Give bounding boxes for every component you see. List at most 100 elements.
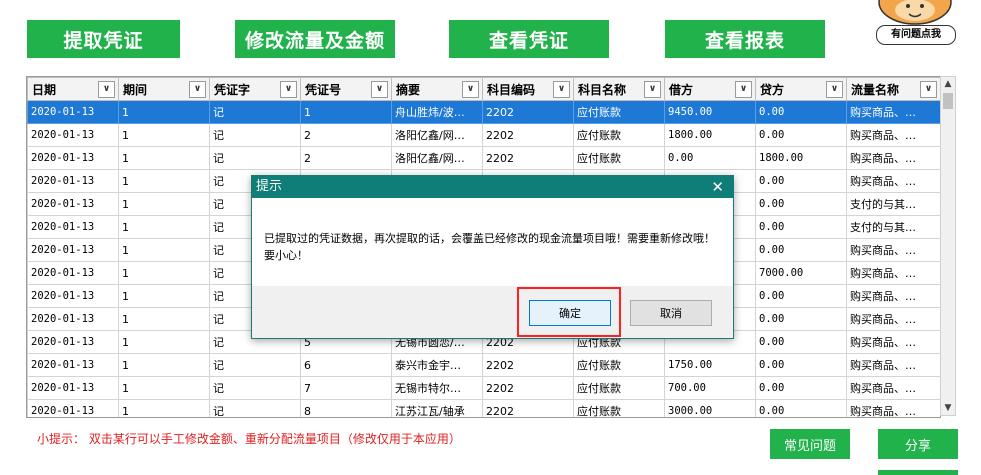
table-cell: 2020-01-13 (27, 330, 119, 354)
column-header[interactable]: 摘要 ∨ (391, 77, 483, 101)
table-cell: 0.00 (755, 192, 847, 216)
extract-voucher-button[interactable]: 提取凭证 (27, 20, 180, 58)
table-row[interactable]: 2020-01-13 1 记 7 无锡市特尔… 2202 应付账款 700.00 0.00 购买商… (27, 376, 940, 400)
tip-text: 小提示： 双击某行可以手工修改金额、重新分配流量项目（修改仅用于本应用） (37, 432, 461, 446)
column-header-label: 期间 (123, 82, 148, 97)
table-cell: 江苏江瓦/轴承 (391, 399, 483, 417)
dialog-title-bar[interactable]: 提示 ✕ (252, 176, 733, 198)
table-cell: 1 (118, 169, 210, 193)
table-row[interactable]: 2020-01-13 1 记 1 舟山胜炜/波… 2202 应付账款 9450.00 0.00 购… (27, 100, 940, 124)
table-cell: 2020-01-13 (27, 146, 119, 170)
faq-button[interactable]: 常见问题 (770, 429, 850, 459)
table-cell: 泰兴市金宇… (391, 353, 483, 377)
table-cell: 2020-01-13 (27, 215, 119, 239)
table-cell: 记 (209, 100, 301, 124)
table-cell: 1 (118, 330, 210, 354)
table-cell: 1 (118, 284, 210, 308)
table-cell: 购买商品、… (846, 261, 940, 285)
table-cell: 舟山胜炜/波… (391, 100, 483, 124)
column-header-label: 凭证号 (305, 82, 342, 97)
table-row[interactable]: 2020-01-13 1 记 8 江苏江瓦/轴承 2202 应付账款 3000.00 0.00 购… (27, 399, 940, 417)
chevron-down-icon[interactable]: ∨ (826, 81, 843, 98)
table-row[interactable]: 2020-01-13 1 记 2 洛阳亿鑫/网… 2202 应付账款 1800.00 0.00 购… (27, 123, 940, 147)
view-report-button[interactable]: 查看报表 (665, 20, 825, 58)
table-cell: 购买商品、… (846, 330, 940, 354)
chevron-down-icon[interactable]: ∨ (920, 81, 937, 98)
table-cell: 0.00 (755, 169, 847, 193)
table-cell: 7000.00 (755, 261, 847, 285)
chevron-down-icon[interactable]: ∨ (280, 81, 297, 98)
table-row[interactable]: 2020-01-13 1 记 6 泰兴市金宇… 2202 应付账款 1750.00 0.00 购买… (27, 353, 940, 377)
view-voucher-button[interactable]: 查看凭证 (449, 20, 609, 58)
table-cell: 1 (118, 307, 210, 331)
chevron-down-icon[interactable]: ∨ (644, 81, 661, 98)
column-header-label: 科目编码 (487, 82, 536, 97)
column-header[interactable]: 流量名称 ∨ (846, 77, 940, 101)
table-cell: 2020-01-13 (27, 399, 119, 417)
table-cell: 1 (118, 353, 210, 377)
column-header[interactable]: 科目编码 ∨ (482, 77, 574, 101)
table-cell: 1 (118, 100, 210, 124)
table-cell: 1 (118, 261, 210, 285)
table-cell: 0.00 (755, 284, 847, 308)
column-header[interactable]: 借方 ∨ (664, 77, 756, 101)
table-cell: 1800.00 (755, 146, 847, 170)
column-header[interactable]: 日期 ∨ (27, 77, 119, 101)
table-cell: 2202 (482, 353, 574, 377)
column-header-label: 贷方 (760, 82, 785, 97)
table-cell: 0.00 (755, 399, 847, 417)
chevron-down-icon[interactable]: ∨ (553, 81, 570, 98)
scroll-down-arrow-icon[interactable]: ▼ (941, 401, 955, 415)
table-cell: 700.00 (664, 376, 756, 400)
table-cell: 支付的与其… (846, 192, 940, 216)
table-cell: 洛阳亿鑫/网… (391, 123, 483, 147)
column-header[interactable]: 凭证字 ∨ (209, 77, 301, 101)
close-icon[interactable]: ✕ (711, 176, 724, 198)
table-cell: 1750.00 (664, 353, 756, 377)
table-cell: 2202 (482, 100, 574, 124)
table-cell: 购买商品、… (846, 376, 940, 400)
table-cell: 应付账款 (573, 353, 665, 377)
table-cell: 洛阳亿鑫/网… (391, 146, 483, 170)
table-cell: 1 (118, 123, 210, 147)
table-cell: 应付账款 (573, 146, 665, 170)
chevron-down-icon[interactable]: ∨ (98, 81, 115, 98)
help-me-label[interactable]: 有问题点我 (876, 25, 956, 45)
table-cell: 记 (209, 123, 301, 147)
table-cell: 1 (300, 100, 392, 124)
scroll-up-arrow-icon[interactable]: ▲ (941, 77, 955, 91)
table-cell: 记 (209, 376, 301, 400)
table-cell: 购买商品、… (846, 307, 940, 331)
cancel-button[interactable]: 取消 (630, 300, 712, 326)
table-cell: 2202 (482, 123, 574, 147)
table-cell: 支付的与其… (846, 215, 940, 239)
table-cell: 购买商品、… (846, 399, 940, 417)
vertical-scrollbar[interactable]: ▲ ▼ (940, 76, 956, 416)
column-header[interactable]: 凭证号 ∨ (300, 77, 392, 101)
table-row[interactable]: 2020-01-13 1 记 2 洛阳亿鑫/网… 2202 应付账款 0.00 1800.00 购… (27, 146, 940, 170)
scroll-thumb[interactable] (943, 93, 953, 109)
chevron-down-icon[interactable]: ∨ (735, 81, 752, 98)
chevron-down-icon[interactable]: ∨ (371, 81, 388, 98)
table-cell: 购买商品、… (846, 238, 940, 262)
share-button[interactable]: 分享 (878, 429, 958, 459)
modify-flow-amount-button[interactable]: 修改流量及金额 (235, 20, 395, 58)
dialog-title: 提示 (256, 179, 283, 194)
table-cell: 购买商品、… (846, 284, 940, 308)
column-header-label: 科目名称 (578, 82, 627, 97)
table-cell: 7 (300, 376, 392, 400)
table-cell: 2202 (482, 376, 574, 400)
table-cell: 1 (118, 399, 210, 417)
table-cell: 1800.00 (664, 123, 756, 147)
table-cell: 无锡市特尔… (391, 376, 483, 400)
extra-button-partial[interactable] (878, 470, 958, 475)
column-header[interactable]: 期间 ∨ (118, 77, 210, 101)
table-cell: 8 (300, 399, 392, 417)
column-header[interactable]: 贷方 ∨ (755, 77, 847, 101)
chevron-down-icon[interactable]: ∨ (189, 81, 206, 98)
confirm-button[interactable]: 确定 (529, 300, 611, 326)
chevron-down-icon[interactable]: ∨ (462, 81, 479, 98)
table-cell: 购买商品、… (846, 353, 940, 377)
table-cell: 0.00 (755, 330, 847, 354)
column-header[interactable]: 科目名称 ∨ (573, 77, 665, 101)
